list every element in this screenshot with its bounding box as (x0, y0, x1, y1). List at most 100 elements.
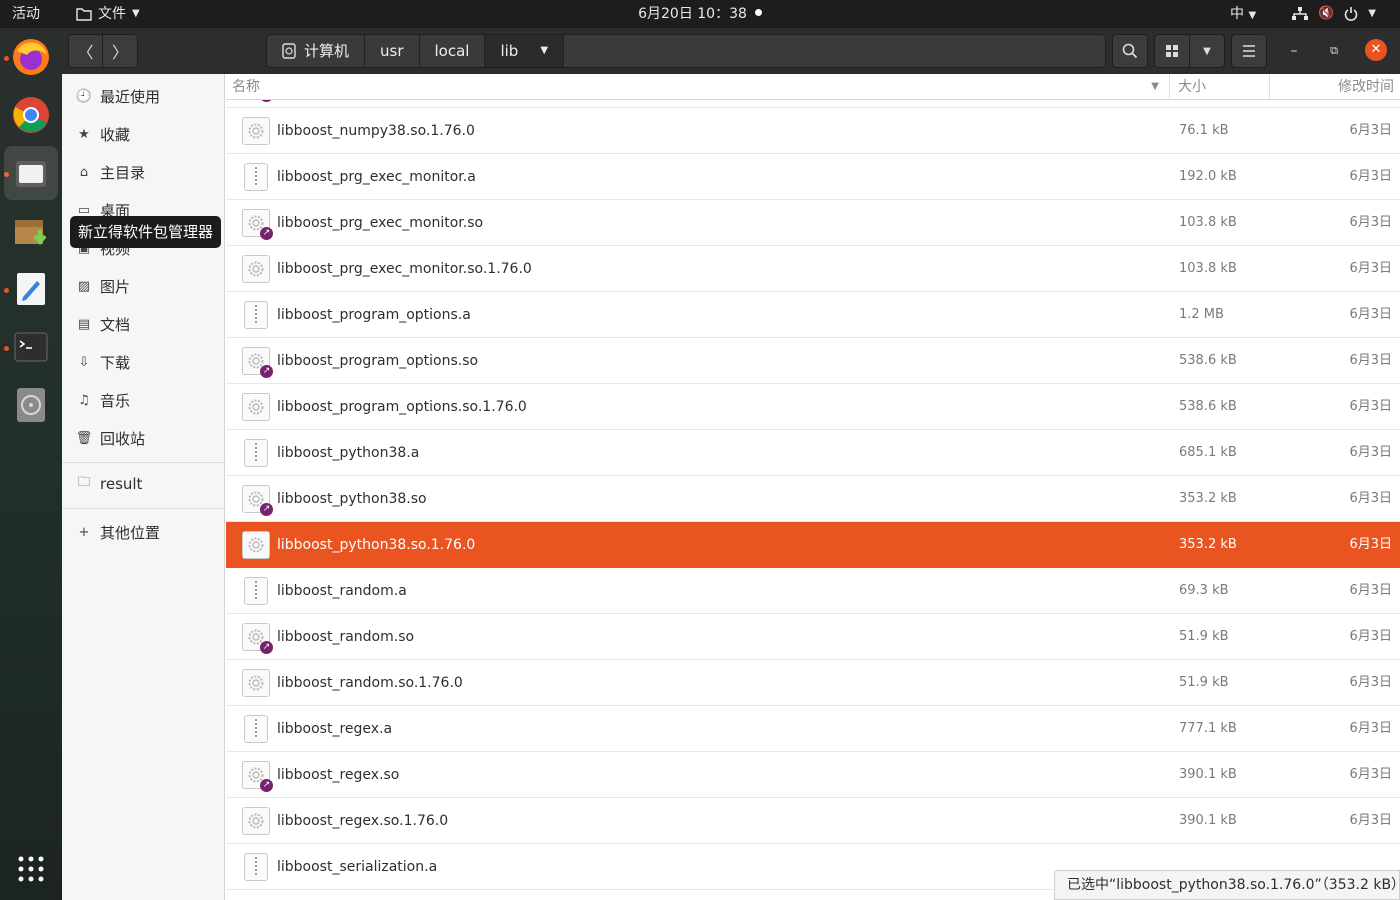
activities-button[interactable]: 活动 (12, 0, 40, 28)
table-row[interactable]: libboost_python38.a 685.1 kB 6月3日 (226, 430, 1400, 476)
sidebar-item-starred[interactable]: ★ 收藏 (62, 116, 225, 152)
table-row[interactable]: ↗ libboost_python38.so 353.2 kB 6月3日 (226, 476, 1400, 522)
network-icon (1292, 7, 1308, 20)
sidebar-item-other-locations[interactable]: + 其他位置 (62, 514, 225, 550)
forward-button[interactable]: 〉 (102, 34, 138, 68)
sidebar-item-recent[interactable]: 🕘 最近使用 (62, 78, 225, 114)
sidebar-item-label: 收藏 (100, 125, 131, 144)
library-link-icon: ↗ (242, 209, 273, 240)
file-modified: 6月3日 (1349, 445, 1392, 460)
table-row[interactable]: libboost_random.a 69.3 kB 6月3日 (226, 568, 1400, 614)
system-menu[interactable]: 🔇 ▼ (1292, 0, 1376, 28)
file-size: 192.0 kB (1179, 169, 1237, 184)
chevron-right-icon: 〉 (111, 43, 128, 62)
table-row[interactable]: libboost_random.so.1.76.0 51.9 kB 6月3日 (226, 660, 1400, 706)
volume-muted-icon: 🔇 (1318, 6, 1335, 21)
table-row[interactable]: libboost_prg_exec_monitor.so.1.76.0 103.8… (226, 246, 1400, 292)
breadcrumb-computer[interactable]: 计算机 (267, 35, 366, 67)
chevron-left-icon: 〈 (77, 43, 94, 62)
clock-label[interactable]: 6月20日 10：38 (638, 6, 747, 22)
file-modified: 6月3日 (1349, 721, 1392, 736)
file-modified: 6月3日 (1349, 491, 1392, 506)
dock-terminal[interactable] (4, 320, 58, 374)
file-modified: 6月3日 (1349, 353, 1392, 368)
table-row[interactable]: libboost_numpy38.so.1.76.0 76.1 kB 6月3日 (226, 108, 1400, 154)
file-name: libboost_program_options.so (277, 353, 479, 369)
table-row[interactable]: ↗ libboost_regex.so 390.1 kB 6月3日 (226, 752, 1400, 798)
column-header-size[interactable]: 大小 (1169, 74, 1269, 100)
picture-icon: ▨ (77, 278, 91, 294)
table-row[interactable]: ↗ libboost_prg_exec_monitor.so 103.8 kB 6月3… (226, 200, 1400, 246)
library-file-icon (242, 669, 270, 697)
table-row[interactable]: libboost_program_options.a 1.2 MB 6月3日 (226, 292, 1400, 338)
file-name: libboost_prg_exec_monitor.a (277, 169, 476, 185)
top-bar: 活动 文件 ▼ 6月20日 10：38 中 ▼ 🔇 ▼ (0, 0, 1400, 28)
chevron-down-icon: ▼ (1203, 45, 1211, 57)
library-file-icon (242, 807, 270, 835)
file-modified: 6月3日 (1349, 767, 1392, 782)
plus-icon: + (78, 524, 90, 540)
library-link-icon: ↗ (242, 347, 273, 378)
view-options-button[interactable]: ▼ (1189, 34, 1225, 68)
sidebar-item-downloads[interactable]: ⇩ 下载 (62, 344, 225, 380)
menu-button[interactable] (1231, 34, 1267, 68)
breadcrumb-usr[interactable]: usr (365, 35, 420, 67)
back-button[interactable]: 〈 (68, 34, 103, 68)
file-name: libboost_prg_exec_monitor.so (277, 215, 484, 231)
table-row[interactable]: ↗ libboost_random.so 51.9 kB 6月3日 (226, 614, 1400, 660)
table-row[interactable]: libboost_regex.a 777.1 kB 6月3日 (226, 706, 1400, 752)
breadcrumb-local[interactable]: local (420, 35, 486, 67)
sidebar-item-music[interactable]: ♫ 音乐 (62, 382, 225, 418)
search-button[interactable] (1112, 34, 1148, 68)
folder-icon (76, 8, 92, 21)
dock-chrome[interactable] (4, 88, 58, 142)
file-name: libboost_serialization.a (277, 859, 438, 875)
dock-files[interactable] (4, 146, 58, 200)
library-file-icon (242, 117, 270, 145)
sidebar-separator (62, 462, 225, 463)
dock-software-installer[interactable] (4, 204, 58, 258)
sidebar-item-documents[interactable]: ▤ 文档 (62, 306, 225, 342)
close-button[interactable]: ✕ (1365, 39, 1387, 61)
breadcrumb-lib[interactable]: lib ▼ (485, 35, 565, 67)
file-size: 103.8 kB (1179, 261, 1237, 276)
app-menu[interactable]: 文件 ▼ (76, 0, 140, 28)
file-name: libboost_regex.a (277, 721, 393, 737)
table-row[interactable]: ↗ libboost_program_options.so 538.6 kB 6月3日 (226, 338, 1400, 384)
column-header-name[interactable]: 名称 ▼ (232, 74, 1167, 100)
dock-show-apps[interactable] (4, 842, 58, 896)
clock: 6月20日 10：38 (0, 0, 1400, 28)
symlink-arrow-icon: ↗ (260, 641, 273, 654)
breadcrumb-label: usr (380, 42, 404, 60)
sidebar-item-trash[interactable]: 🗑 回收站 (62, 420, 225, 456)
input-method-indicator[interactable]: 中 ▼ (1230, 0, 1256, 28)
column-header-modified[interactable]: 修改时间 (1269, 74, 1400, 100)
view-grid-button[interactable] (1154, 34, 1190, 68)
sidebar: 🕘 最近使用 ★ 收藏 ⌂ 主目录 ▭ 桌面 ▣ 视频 ▨ 图片 ▤ 文档 ⇩ 下载 ♫ 音乐 🗑… (62, 74, 225, 900)
file-modified: 6月3日 (1349, 307, 1392, 322)
sidebar-item-home[interactable]: ⌂ 主目录 (62, 154, 225, 190)
sidebar-item-label: 图片 (100, 277, 131, 296)
file-modified: 6月3日 (1349, 583, 1392, 598)
file-size: 76.1 kB (1179, 123, 1229, 138)
sidebar-item-result[interactable]: 🗀 result (62, 466, 225, 502)
music-icon: ♫ (78, 392, 90, 408)
files-icon (16, 161, 46, 187)
app-grid-icon (18, 856, 44, 882)
sidebar-item-pictures[interactable]: ▨ 图片 (62, 268, 225, 304)
minimize-icon: – (1290, 43, 1298, 59)
chevron-down-icon: ▼ (1248, 10, 1257, 21)
table-row[interactable]: libboost_regex.so.1.76.0 390.1 kB 6月3日 (226, 798, 1400, 844)
file-name: libboost_random.a (277, 583, 407, 599)
table-row[interactable]: libboost_prg_exec_monitor.a 192.0 kB 6月3日 (226, 154, 1400, 200)
minimize-button[interactable]: – (1284, 41, 1304, 61)
dock-firefox[interactable] (4, 30, 58, 84)
dock-disk[interactable] (4, 378, 58, 432)
file-size: 353.2 kB (1179, 537, 1237, 552)
file-size: 69.3 kB (1179, 583, 1229, 598)
table-row[interactable]: libboost_python38.so.1.76.0 353.2 kB 6月3日 (226, 522, 1400, 568)
table-row[interactable]: libboost_program_options.so.1.76.0 538.6 … (226, 384, 1400, 430)
file-modified: 6月3日 (1349, 813, 1392, 828)
maximize-button[interactable]: ⧉ (1324, 41, 1344, 61)
dock-text-editor[interactable] (4, 262, 58, 316)
